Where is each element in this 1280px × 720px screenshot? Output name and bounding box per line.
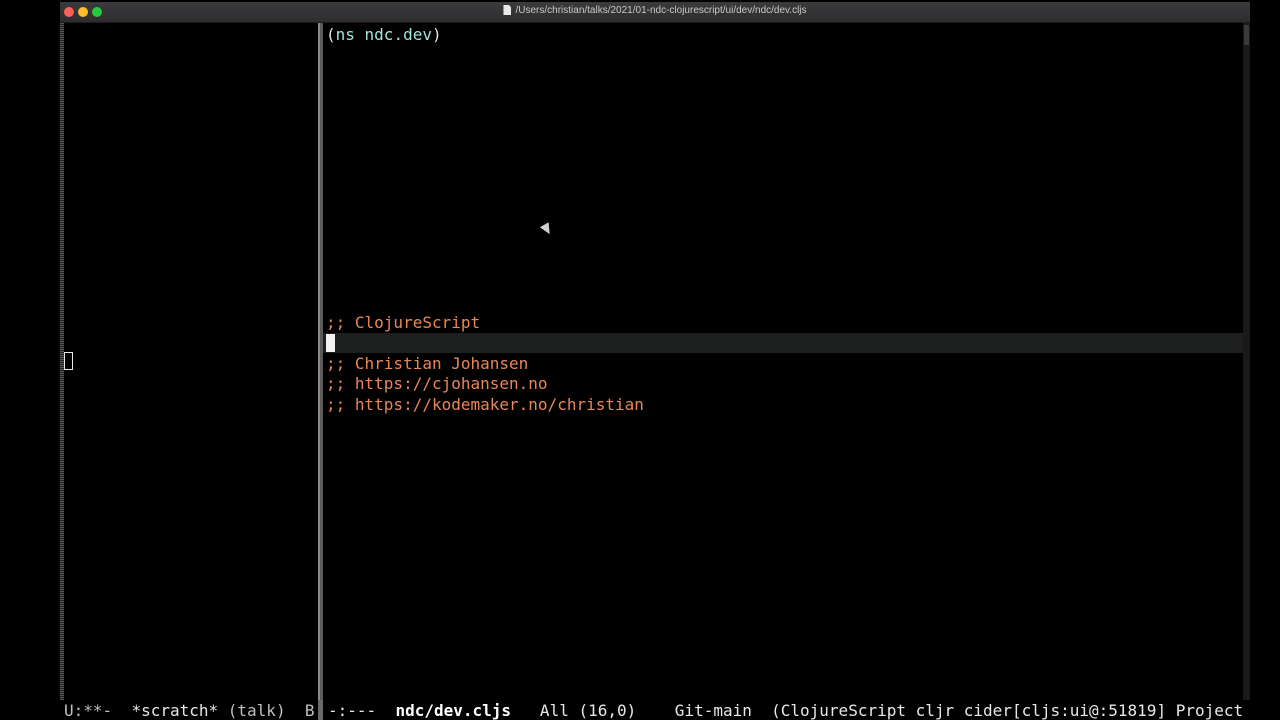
editor-scrollbar[interactable] bbox=[1243, 23, 1250, 700]
buffer-status: -:--- bbox=[328, 701, 396, 720]
title-bar[interactable]: /Users/christian/talks/2021/01-ndc-cloju… bbox=[60, 2, 1250, 23]
mode-line: U:**- *scratch* (talk) B -:--- ndc/dev.c… bbox=[60, 700, 1250, 720]
comment-line: ;; ClojureScript bbox=[326, 313, 481, 332]
buffer-name: *scratch* bbox=[131, 701, 219, 720]
block-cursor bbox=[326, 334, 335, 352]
window-title-container: /Users/christian/talks/2021/01-ndc-cloju… bbox=[60, 5, 1250, 16]
mode-info: (talk) B bbox=[218, 701, 315, 720]
ns-open-paren: ( bbox=[326, 25, 336, 44]
ns-declaration: (ns ndc.dev) bbox=[326, 25, 442, 45]
buffer-name: ndc/dev.cljs bbox=[395, 701, 512, 720]
ns-close-paren: ) bbox=[431, 25, 442, 44]
inactive-cursor bbox=[64, 352, 73, 370]
document-icon bbox=[503, 5, 512, 15]
cursor-position: All (16,0) bbox=[511, 701, 675, 720]
mode-line-divider bbox=[318, 700, 323, 720]
editor-pane[interactable]: (ns ndc.dev) ;; ClojureScript ;; Christi… bbox=[323, 23, 1243, 700]
comment-line: ;; https://kodemaker.no/christian bbox=[326, 395, 644, 414]
ns-text: ns ndc.dev bbox=[335, 25, 432, 44]
current-line-highlight bbox=[323, 333, 1243, 353]
window-title: /Users/christian/talks/2021/01-ndc-cloju… bbox=[515, 5, 807, 16]
scratch-buffer-pane[interactable] bbox=[60, 23, 318, 700]
comment-line: ;; https://cjohansen.no bbox=[326, 374, 548, 393]
mode-line-left[interactable]: U:**- *scratch* (talk) B bbox=[64, 700, 319, 720]
emacs-window: /Users/christian/talks/2021/01-ndc-cloju… bbox=[60, 2, 1250, 720]
major-minor-modes: (ClojureScript cljr cider[cljs:ui@:51819… bbox=[751, 701, 1248, 720]
mode-line-right[interactable]: -:--- ndc/dev.cljs All (16,0) Git-main (… bbox=[328, 700, 1248, 720]
buffer-status: U:**- bbox=[64, 701, 132, 720]
vc-branch: Git-main bbox=[674, 701, 752, 720]
scrollbar-thumb[interactable] bbox=[1244, 25, 1249, 45]
comment-line: ;; Christian Johansen bbox=[326, 354, 529, 373]
